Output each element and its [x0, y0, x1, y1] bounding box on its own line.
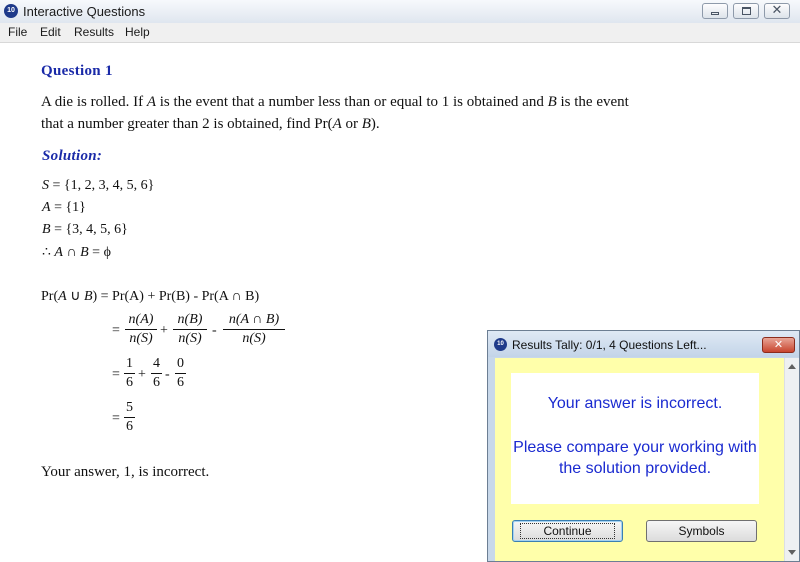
denominator: 6 [126, 419, 133, 434]
numerator: n(A ∩ B) [223, 312, 285, 330]
dialog-title-bar: 10 Results Tally: 0/1, 4 Questions Left.… [488, 331, 799, 357]
close-icon: ✕ [773, 338, 784, 351]
menu-file[interactable]: File [8, 25, 27, 39]
probability-formula: Pr(A ∪ B) = Pr(A) + Pr(B) - Pr(A ∩ B) [41, 288, 259, 305]
equals-sign: = [112, 367, 120, 382]
numerator: 1 [124, 356, 135, 374]
numerator: 5 [124, 400, 135, 418]
close-icon: ✕ [771, 3, 783, 18]
fraction-1-over-6: 16 [124, 356, 135, 391]
dialog-app-icon: 10 [494, 338, 507, 351]
question-title: Question 1 [41, 63, 113, 79]
fraction-0-over-6: 06 [175, 356, 186, 391]
dialog-scrollbar[interactable] [784, 358, 799, 561]
set-value: = {1} [50, 200, 86, 215]
set-variable: A [58, 289, 67, 304]
fraction-n-b-over-n-s: n(B) n(S) [173, 312, 207, 347]
set-variable: B [42, 222, 51, 237]
symbols-button[interactable]: Symbols [646, 520, 757, 542]
equals-sign: = [112, 323, 120, 338]
variable-a: A [146, 94, 156, 110]
maximize-icon [734, 4, 758, 18]
numerator: 0 [175, 356, 186, 374]
question-text: or [341, 116, 362, 132]
therefore-symbol: ∴ [42, 245, 55, 260]
fraction-4-over-6: 46 [151, 356, 162, 391]
menu-results[interactable]: Results [74, 25, 114, 39]
denominator: 6 [177, 375, 184, 390]
scroll-down-icon[interactable] [788, 550, 796, 555]
question-text-line-1: A die is rolled. If A is the event that … [41, 94, 629, 111]
set-variable: S [42, 178, 49, 193]
dialog-title: Results Tally: 0/1, 4 Questions Left... [512, 338, 707, 352]
equals-sign: = [112, 411, 120, 426]
denominator: n(S) [242, 331, 266, 346]
window-title-bar: 10 Interactive Questions ✕ [0, 0, 800, 24]
question-text: is the event [556, 94, 629, 110]
set-a: A = {1} [42, 200, 86, 216]
denominator: 6 [126, 375, 133, 390]
numerator: 4 [151, 356, 162, 374]
union-symbol: ∪ [66, 289, 84, 304]
incorrect-message: Your answer is incorrect. [547, 395, 723, 412]
minimize-icon [703, 4, 727, 18]
empty-set: = ϕ [88, 245, 111, 260]
set-value: = {3, 4, 5, 6} [50, 222, 128, 237]
question-text: is the event that a number less than or … [156, 94, 548, 110]
minus-sign: - [212, 323, 217, 338]
intersection-statement: ∴ A ∩ B = ϕ [42, 244, 111, 261]
set-variable: B [80, 245, 89, 260]
set-b: B = {3, 4, 5, 6} [42, 222, 128, 238]
variable-b: B [547, 94, 557, 110]
intersection-symbol: ∩ [62, 245, 81, 260]
minus-sign: - [165, 367, 170, 382]
menu-edit[interactable]: Edit [40, 25, 61, 39]
menu-help[interactable]: Help [125, 25, 150, 39]
fraction-5-over-6: 56 [124, 400, 135, 435]
results-tally-dialog: 10 Results Tally: 0/1, 4 Questions Left.… [487, 330, 800, 562]
answer-feedback: Your answer, 1, is incorrect. [41, 464, 210, 480]
compare-message: Please compare your working with the sol… [513, 439, 757, 477]
formula-text: ) = Pr(A) + Pr(B) - Pr(A ∩ B) [92, 289, 260, 304]
continue-button[interactable]: Continue [512, 520, 623, 542]
formula-text: Pr( [41, 289, 59, 304]
plus-sign: + [138, 367, 146, 382]
variable-b: B [361, 116, 371, 132]
question-text: A die is rolled. If [41, 94, 147, 110]
scroll-up-icon[interactable] [788, 364, 796, 369]
fraction-n-intersection-over-n-s: n(A ∩ B) n(S) [223, 312, 285, 347]
set-value: = {1, 2, 3, 4, 5, 6} [49, 178, 155, 193]
app-icon: 10 [4, 4, 18, 18]
question-text: that a number greater than 2 is obtained… [41, 116, 333, 132]
set-s: S = {1, 2, 3, 4, 5, 6} [42, 178, 154, 194]
denominator: n(S) [129, 331, 153, 346]
plus-sign: + [160, 323, 168, 338]
close-button[interactable]: ✕ [764, 3, 790, 19]
denominator: 6 [153, 375, 160, 390]
question-text: ). [370, 116, 380, 132]
set-variable: A [54, 245, 63, 260]
result-message-box: Your answer is incorrect. Please compare… [511, 373, 759, 504]
menu-bar: File Edit Results Help [0, 23, 800, 43]
denominator: n(S) [178, 331, 202, 346]
numerator: n(B) [173, 312, 207, 330]
solution-title: Solution: [42, 148, 103, 164]
dialog-close-button[interactable]: ✕ [762, 337, 795, 353]
window-title: Interactive Questions [23, 4, 146, 19]
minimize-button[interactable] [702, 3, 728, 19]
question-text-line-2: that a number greater than 2 is obtained… [41, 116, 380, 133]
variable-a: A [332, 116, 342, 132]
set-variable: B [83, 289, 93, 304]
continue-label: Continue [520, 523, 615, 539]
maximize-button[interactable] [733, 3, 759, 19]
set-variable: A [42, 200, 51, 215]
fraction-n-a-over-n-s: n(A) n(S) [125, 312, 157, 347]
dialog-body: Your answer is incorrect. Please compare… [495, 358, 784, 561]
numerator: n(A) [125, 312, 157, 330]
